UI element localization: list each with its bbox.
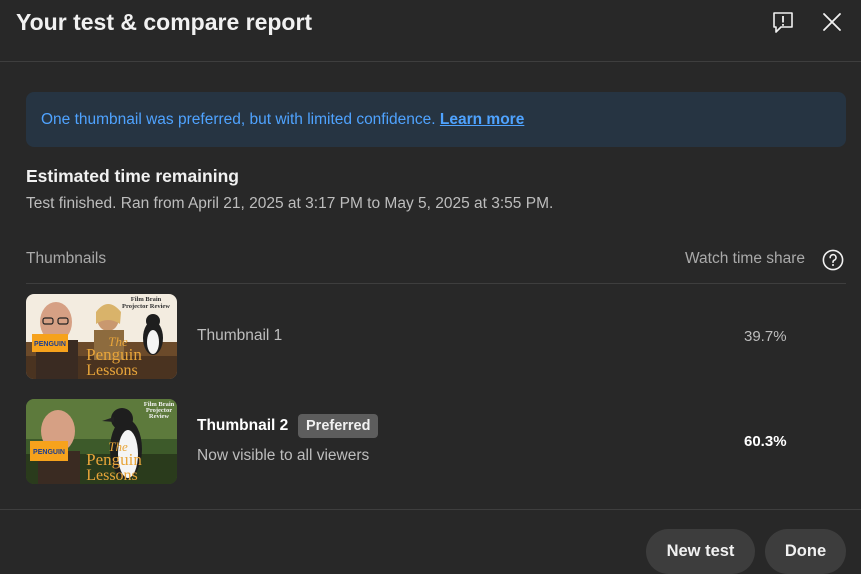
visibility-note: Now visible to all viewers: [197, 447, 370, 464]
thumb-box-text: PENGUIN: [34, 341, 66, 348]
preferred-badge: Preferred: [298, 414, 379, 438]
table-row: PENGUIN Film Brain Projector Review The …: [26, 399, 846, 484]
thumb-title-word3: Lessons: [86, 362, 138, 379]
thumbnail-1-image: PENGUIN Film Brain Projector Review The …: [26, 294, 177, 379]
confidence-banner: One thumbnail was preferred, but with li…: [26, 92, 846, 147]
dialog-header: Your test & compare report: [0, 0, 861, 62]
help-circle-icon[interactable]: [822, 249, 844, 271]
table-divider: [26, 283, 846, 284]
estimate-subtitle: Test finished. Ran from April 21, 2025 a…: [26, 195, 554, 212]
thumbnail-2-share: 60.3%: [744, 433, 787, 450]
thumbnail-2-label: Thumbnail 2: [197, 417, 289, 434]
thumb-caption-line1: Film Brain: [131, 296, 162, 303]
close-icon[interactable]: [820, 10, 844, 34]
dialog-title: Your test & compare report: [16, 9, 313, 35]
column-header-watch-time-share: Watch time share: [685, 250, 806, 267]
feedback-icon[interactable]: [771, 10, 795, 34]
table-row: PENGUIN Film Brain Projector Review The …: [26, 294, 846, 379]
thumbnail-2-image: PENGUIN Film Brain Projector Review The …: [26, 399, 177, 484]
report-dialog: Your test & compare report One thumbnail…: [0, 0, 861, 574]
learn-more-link[interactable]: Learn more: [440, 111, 524, 128]
thumbnail-1-label: Thumbnail 1: [197, 327, 283, 344]
estimate-title: Estimated time remaining: [26, 166, 239, 186]
thumbnail-1-share: 39.7%: [744, 328, 787, 345]
column-header-thumbnails: Thumbnails: [26, 250, 107, 267]
new-test-button[interactable]: New test: [646, 529, 755, 574]
thumb-box-text: PENGUIN: [33, 449, 65, 456]
banner-message: One thumbnail was preferred, but with li…: [41, 111, 436, 128]
thumb-caption-line2: Projector Review: [122, 303, 170, 310]
thumb-caption-line3: Review: [149, 413, 170, 420]
thumb-title-word3: Lessons: [86, 467, 138, 484]
footer-divider: [0, 509, 861, 510]
done-button[interactable]: Done: [765, 529, 846, 574]
